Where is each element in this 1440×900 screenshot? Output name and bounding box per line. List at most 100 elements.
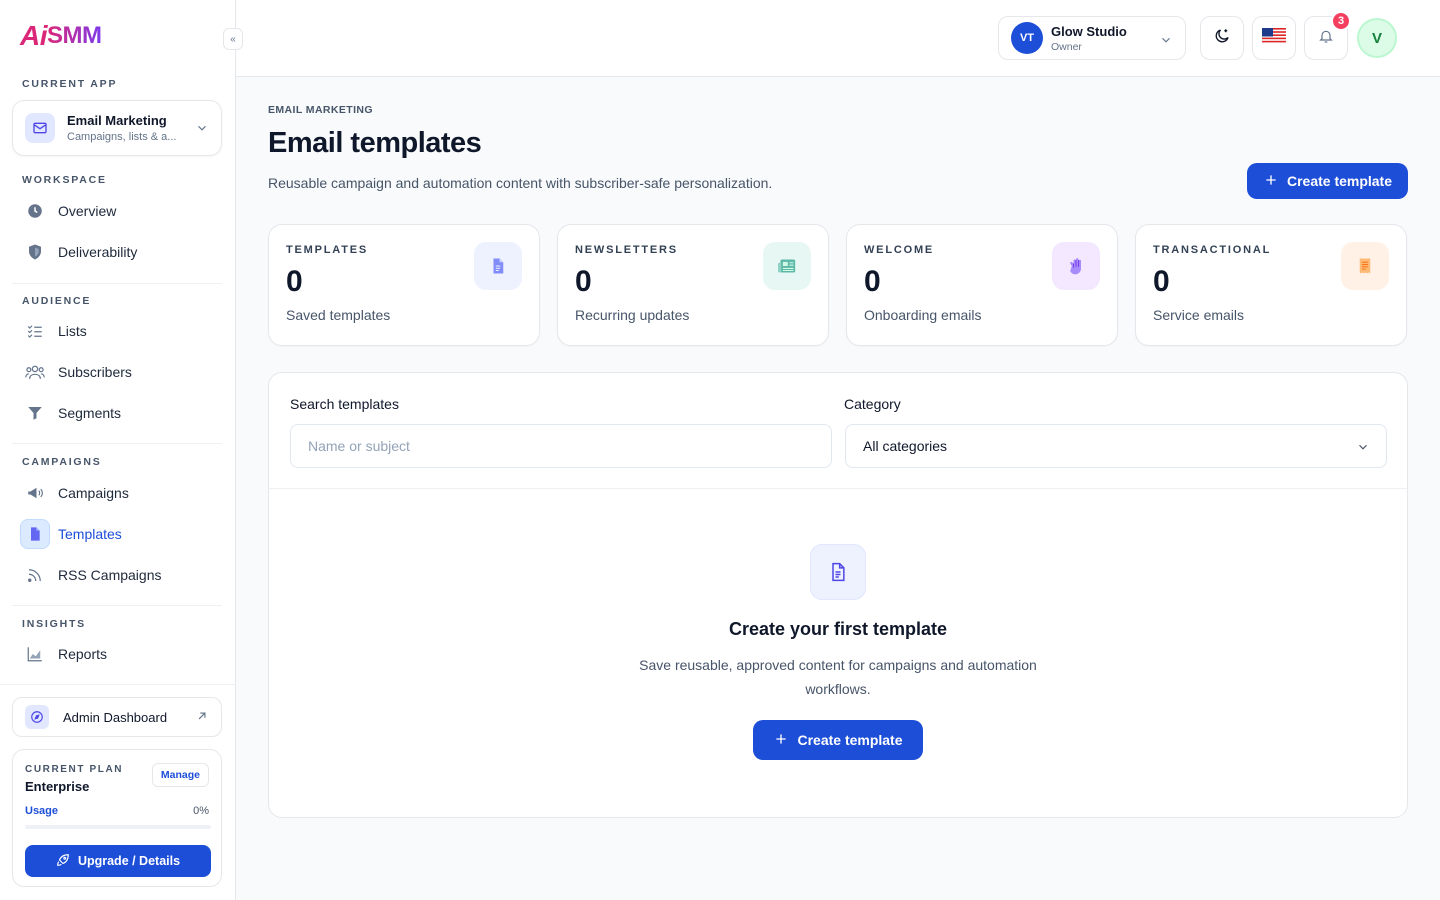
stat-description: Onboarding emails	[864, 307, 982, 323]
section-insights: INSIGHTS	[22, 618, 86, 630]
app-title: Email Marketing	[67, 113, 167, 128]
plan-name: Enterprise	[25, 779, 90, 794]
sidebar-item-label: Segments	[58, 405, 122, 421]
sidebar-item-label: Deliverability	[58, 244, 138, 260]
plan-card: CURRENT PLAN Enterprise Manage Usage 0% …	[12, 749, 222, 887]
logo-smm: SMM	[47, 22, 102, 49]
app-switcher[interactable]: Email Marketing Campaigns, lists & a...	[12, 100, 222, 156]
stat-description: Service emails	[1153, 307, 1245, 323]
page-title: Email templates	[268, 127, 482, 159]
sidebar-item-label: Subscribers	[58, 364, 132, 380]
manage-plan-button[interactable]: Manage	[151, 763, 209, 787]
stat-card-welcome: WELCOME 0 Onboarding emails	[846, 224, 1118, 346]
search-label: Search templates	[290, 396, 399, 412]
notifications-button[interactable]: 3	[1304, 11, 1351, 60]
stat-card-transactional: TRANSACTIONAL 0 Service emails	[1135, 224, 1407, 346]
external-arrow-icon	[195, 709, 209, 726]
sidebar: Ai SMM CURRENT APP Email Marketing Campai…	[0, 0, 236, 900]
empty-create-template-label: Create template	[797, 732, 903, 748]
empty-state-description: Save reusable, approved content for camp…	[639, 657, 1037, 697]
filter-icon	[20, 398, 50, 428]
section-workspace: WORKSPACE	[22, 174, 107, 186]
org-avatar: VT	[1011, 22, 1043, 54]
divider	[12, 605, 222, 606]
divider	[12, 443, 222, 444]
chevron-down-icon	[195, 121, 209, 140]
mail-icon	[25, 113, 55, 143]
empty-create-template-button[interactable]: Create template	[753, 720, 923, 760]
megaphone-icon	[20, 478, 50, 508]
moon-icon	[1213, 27, 1231, 50]
language-button[interactable]	[1252, 16, 1296, 60]
app-subtitle: Campaigns, lists & a...	[67, 131, 177, 143]
sidebar-item-campaigns[interactable]: Campaigns	[20, 477, 220, 509]
sidebar-item-deliverability[interactable]: Deliverability	[20, 236, 220, 268]
sidebar-item-rss-campaigns[interactable]: RSS Campaigns	[20, 559, 220, 591]
empty-state-title: Create your first template	[728, 619, 948, 639]
sidebar-item-templates[interactable]: Templates	[20, 518, 220, 550]
stat-label: WELCOME	[864, 244, 935, 256]
sidebar-item-label: Overview	[58, 203, 117, 219]
document-icon	[20, 519, 50, 549]
theme-toggle-button[interactable]	[1200, 16, 1244, 60]
chevron-down-icon	[1159, 33, 1173, 52]
collapse-sidebar-button[interactable]: «	[223, 28, 243, 50]
admin-dashboard-label: Admin Dashboard	[63, 709, 168, 725]
create-template-button[interactable]: Create template	[1247, 163, 1408, 199]
us-flag-icon	[1262, 27, 1286, 49]
usage-progress-bar	[25, 825, 211, 829]
stat-label: TRANSACTIONAL	[1153, 244, 1272, 256]
topbar: VT Glow Studio Owner 3 V	[236, 0, 1440, 77]
chart-icon	[20, 639, 50, 669]
bell-icon	[1318, 28, 1334, 49]
stat-card-newsletters: NEWSLETTERS 0 Recurring updates	[557, 224, 829, 346]
stat-value: 0	[864, 265, 881, 298]
stat-card-templates: TEMPLATES 0 Saved templates	[268, 224, 540, 346]
chevron-down-icon	[1356, 440, 1370, 457]
sidebar-item-lists[interactable]: Lists	[20, 315, 220, 347]
stat-value: 0	[1153, 265, 1170, 298]
create-template-label: Create template	[1286, 173, 1393, 189]
sidebar-item-subscribers[interactable]: Subscribers	[20, 356, 220, 388]
plus-icon	[1263, 172, 1279, 191]
sidebar-item-label: RSS Campaigns	[58, 567, 162, 583]
hand-wave-icon	[1052, 242, 1100, 290]
divider	[0, 684, 235, 685]
stat-label: TEMPLATES	[286, 244, 368, 256]
users-icon	[20, 357, 50, 387]
admin-dashboard-link[interactable]: Admin Dashboard	[12, 697, 222, 737]
category-value: All categories	[863, 438, 948, 454]
logo-ai: Ai	[20, 20, 48, 51]
plan-label: CURRENT PLAN	[25, 764, 124, 775]
receipt-icon	[1341, 242, 1389, 290]
section-campaigns: CAMPAIGNS	[22, 456, 102, 468]
user-avatar[interactable]: V	[1357, 18, 1397, 58]
stat-value: 0	[286, 265, 303, 298]
shield-icon	[20, 237, 50, 267]
stat-value: 0	[575, 265, 592, 298]
org-role: Owner	[1051, 40, 1082, 53]
search-input[interactable]	[290, 424, 832, 468]
clock-icon	[20, 196, 50, 226]
sidebar-item-reports[interactable]: Reports	[20, 638, 220, 670]
divider	[12, 283, 222, 284]
stat-label: NEWSLETTERS	[575, 244, 678, 256]
section-audience: AUDIENCE	[22, 295, 92, 307]
sidebar-item-label: Reports	[58, 646, 108, 662]
upgrade-button[interactable]: Upgrade / Details	[25, 845, 211, 877]
usage-label: Usage	[25, 805, 59, 817]
rocket-icon	[56, 853, 70, 870]
sidebar-item-label: Templates	[58, 526, 122, 542]
document-icon	[474, 242, 522, 290]
brand-logo[interactable]: Ai SMM	[20, 20, 102, 52]
organization-switcher[interactable]: VT Glow Studio Owner	[998, 16, 1186, 60]
checklist-icon	[20, 316, 50, 346]
notification-badge: 3	[1331, 11, 1351, 31]
breadcrumb: EMAIL MARKETING	[268, 104, 373, 116]
sidebar-item-segments[interactable]: Segments	[20, 397, 220, 429]
stat-description: Recurring updates	[575, 307, 690, 323]
templates-panel: Search templates Category All categories…	[268, 372, 1408, 818]
category-select[interactable]: All categories	[845, 424, 1387, 468]
sidebar-item-overview[interactable]: Overview	[20, 195, 220, 227]
divider	[269, 488, 1407, 489]
